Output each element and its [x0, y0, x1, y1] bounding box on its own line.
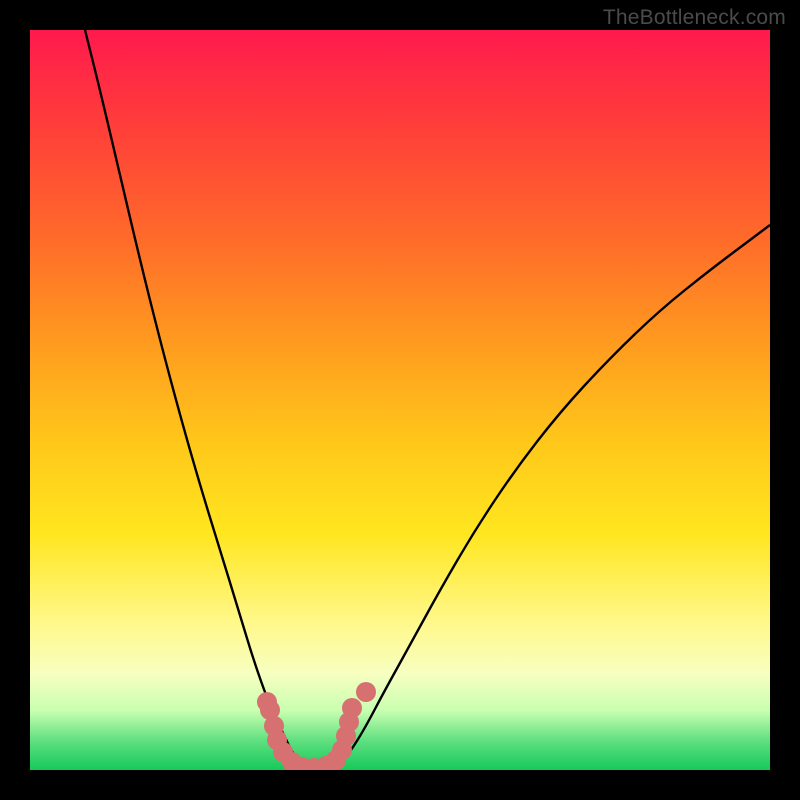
chart-frame: TheBottleneck.com	[0, 0, 800, 800]
marker-group	[257, 682, 376, 770]
watermark-text: TheBottleneck.com	[603, 6, 786, 30]
marker-point	[356, 682, 376, 702]
curve-right-branch	[340, 225, 770, 764]
plot-area	[30, 30, 770, 770]
curve-left-branch	[85, 30, 300, 764]
marker-point	[342, 698, 362, 718]
chart-overlay	[30, 30, 770, 770]
